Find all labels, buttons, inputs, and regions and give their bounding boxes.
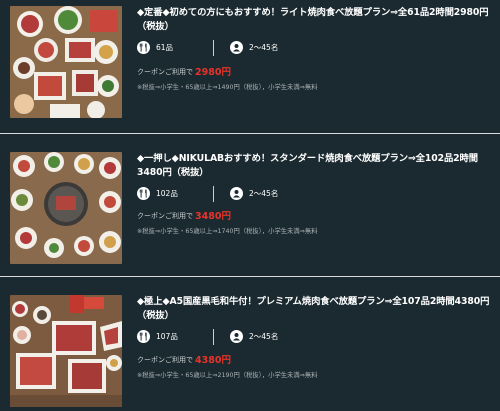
divider (213, 329, 214, 345)
price-note: ※税抜⇒小学生・65歳以上⇒2190円（税抜），小学生未満⇒無料 (137, 372, 318, 379)
item-count: 102品 (156, 189, 178, 198)
plan-meta: 107品 2〜45名 (137, 329, 437, 345)
plan-meta: 102品 2〜45名 (137, 186, 437, 202)
price-note: ※税抜⇒小学生・65歳以上⇒1740円（税抜），小学生未満⇒無料 (137, 228, 318, 235)
coupon-label: クーポンご利用で (137, 212, 193, 220)
coupon-label: クーポンご利用で (137, 68, 193, 76)
person-icon (230, 41, 243, 54)
plan-card[interactable]: ◆一押し◆NIKULABおすすめ！スタンダード焼肉食べ放題プラン⇒全102品2時… (0, 146, 500, 277)
fork-knife-icon (137, 330, 150, 343)
fork-knife-icon (137, 187, 150, 200)
separator (0, 133, 500, 134)
plan-list: ◆定番◆初めての方にもおすすめ！ライト焼肉食べ放題プラン⇒全61品2時間2980… (0, 0, 500, 411)
item-count: 61品 (156, 43, 174, 52)
plan-title[interactable]: ◆定番◆初めての方にもおすすめ！ライト焼肉食べ放題プラン⇒全61品2時間2980… (137, 6, 497, 34)
plan-price: 3480円 (195, 211, 231, 222)
price-row: クーポンご利用で 2980円 (137, 65, 437, 79)
guest-range: 2〜45名 (249, 332, 279, 341)
price-row: クーポンご利用で 4380円 (137, 353, 437, 367)
guest-range: 2〜45名 (249, 43, 279, 52)
person-icon (230, 330, 243, 343)
divider (213, 186, 214, 202)
guest-range: 2〜45名 (249, 189, 279, 198)
plan-meta: 61品 2〜45名 (137, 40, 437, 56)
fork-knife-icon (137, 41, 150, 54)
plan-title[interactable]: ◆極上◆A5国産黒毛和牛付！プレミアム焼肉食べ放題プラン⇒全107品2時間438… (137, 295, 497, 323)
plan-price: 4380円 (195, 355, 231, 366)
plan-price: 2980円 (195, 67, 231, 78)
plan-card[interactable]: ◆定番◆初めての方にもおすすめ！ライト焼肉食べ放題プラン⇒全61品2時間2980… (0, 0, 500, 131)
separator (0, 276, 500, 277)
coupon-label: クーポンご利用で (137, 356, 193, 364)
plan-title[interactable]: ◆一押し◆NIKULABおすすめ！スタンダード焼肉食べ放題プラン⇒全102品2時… (137, 152, 497, 180)
price-note: ※税抜⇒小学生・65歳以上⇒1490円（税抜），小学生未満⇒無料 (137, 84, 318, 91)
divider (213, 40, 214, 56)
plan-photo[interactable] (10, 6, 122, 118)
price-row: クーポンご利用で 3480円 (137, 209, 437, 223)
person-icon (230, 187, 243, 200)
item-count: 107品 (156, 332, 178, 341)
plan-photo[interactable] (10, 295, 122, 407)
plan-photo[interactable] (10, 152, 122, 264)
plan-card[interactable]: ◆極上◆A5国産黒毛和牛付！プレミアム焼肉食べ放題プラン⇒全107品2時間438… (0, 289, 500, 411)
